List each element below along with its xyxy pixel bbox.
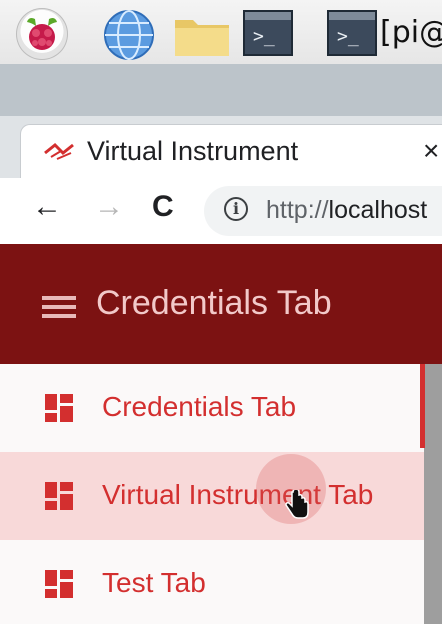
side-nav: Credentials Tab Virtual Instrument Tab T… bbox=[0, 364, 424, 624]
nav-item-label: Credentials Tab bbox=[102, 391, 297, 422]
info-icon[interactable]: i bbox=[224, 197, 248, 221]
url-host: localhost bbox=[328, 196, 428, 224]
raspberry-pi-menu-icon[interactable] bbox=[16, 8, 68, 60]
nav-item-label: Test Tab bbox=[102, 567, 206, 598]
dashboard-icon bbox=[45, 570, 73, 598]
nav-item-credentials-tab[interactable]: Credentials Tab bbox=[0, 364, 424, 452]
nav-item-label: Virtual Instrument Tab bbox=[102, 479, 374, 510]
nav-item-virtual-instrument-tab[interactable]: Virtual Instrument Tab bbox=[0, 452, 424, 540]
url-text[interactable]: http://localhost bbox=[266, 196, 427, 225]
browser-toolbar: ← → C i http://localhost bbox=[0, 178, 442, 245]
app-header: Credentials Tab bbox=[0, 244, 442, 364]
web-browser-icon[interactable] bbox=[102, 8, 156, 62]
hand-cursor-icon bbox=[285, 490, 309, 519]
dashboard-icon bbox=[45, 394, 73, 422]
scrollbar-track[interactable] bbox=[424, 364, 442, 624]
dashboard-icon bbox=[45, 482, 73, 510]
nav-item-test-tab[interactable]: Test Tab bbox=[0, 540, 424, 628]
close-tab-icon[interactable]: × bbox=[423, 135, 439, 167]
taskbar: >_ >_ [pi@ bbox=[0, 0, 442, 65]
address-bar[interactable]: i http://localhost bbox=[204, 186, 442, 236]
back-icon[interactable]: ← bbox=[32, 190, 62, 224]
tab-favicon-icon bbox=[44, 142, 74, 160]
hamburger-menu-icon[interactable] bbox=[42, 296, 76, 318]
terminal-icon[interactable]: >_ bbox=[243, 10, 293, 56]
page-title: Credentials Tab bbox=[96, 284, 332, 322]
terminal-window-button[interactable]: >_ bbox=[327, 10, 377, 56]
tab-title: Virtual Instrument bbox=[87, 136, 299, 166]
url-scheme: http:// bbox=[266, 196, 329, 224]
browser-tab[interactable]: Virtual Instrument × bbox=[20, 124, 442, 178]
scrollbar-thumb[interactable] bbox=[420, 364, 425, 448]
terminal-window-title[interactable]: [pi@ bbox=[380, 15, 442, 50]
browser-tab-bar: Virtual Instrument × bbox=[0, 116, 442, 178]
forward-icon[interactable]: → bbox=[94, 190, 124, 224]
window-gap bbox=[0, 64, 442, 116]
reload-icon[interactable]: C bbox=[152, 190, 174, 224]
file-manager-icon[interactable] bbox=[173, 12, 231, 58]
